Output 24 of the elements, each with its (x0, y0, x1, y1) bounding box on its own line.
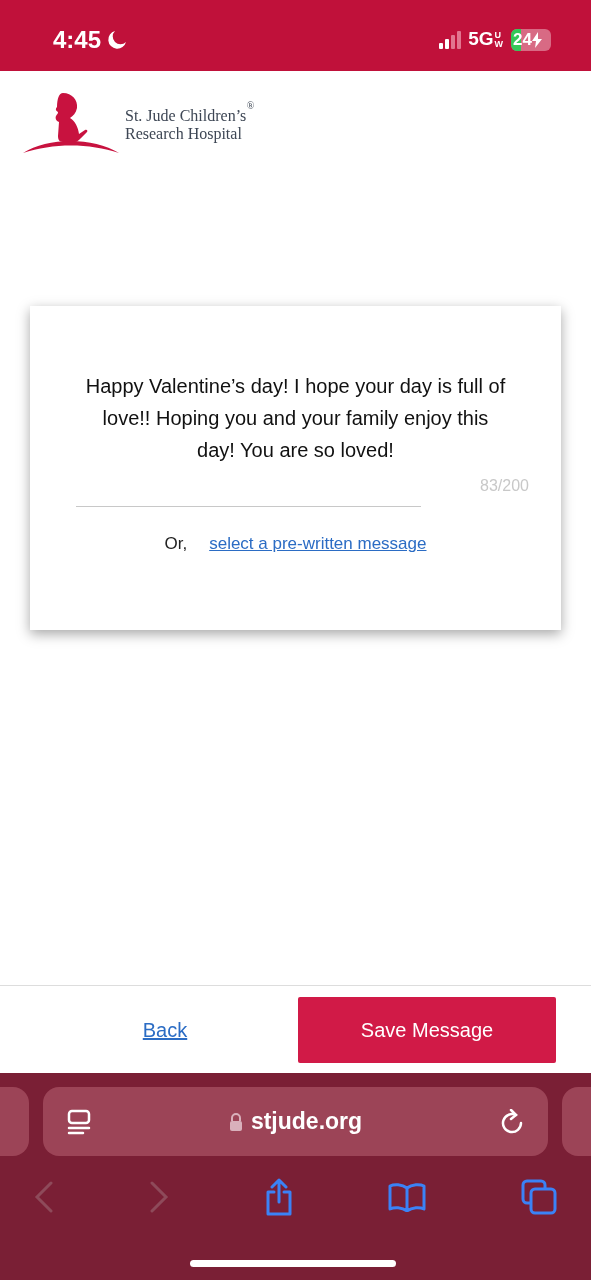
moon-icon (107, 29, 128, 50)
child-silhouette-icon (23, 91, 119, 155)
network-suffix: W (494, 39, 503, 49)
or-label: Or, (164, 533, 188, 555)
signal-icon (439, 30, 464, 49)
back-link[interactable]: Back (142, 1014, 188, 1045)
save-message-button[interactable]: Save Message (298, 996, 556, 1063)
registered-mark: ® (246, 99, 255, 113)
reload-icon[interactable] (500, 1108, 524, 1135)
tabs-icon[interactable] (521, 1179, 557, 1215)
bookmarks-icon[interactable] (388, 1182, 427, 1212)
network-suffix: U (494, 30, 502, 40)
lock-icon (228, 1111, 243, 1132)
message-field[interactable]: Happy Valentine’s day! I hope your day is full of love!! Hoping you and your family enjoy this day! You are so loved! (85, 370, 506, 466)
url-text: stjude.org (250, 1107, 363, 1137)
prewritten-message-link[interactable]: select a pre-written message (209, 531, 427, 557)
tab-pill[interactable] (562, 1087, 591, 1156)
logo-text: St. Jude Children’s (125, 107, 247, 125)
address-bar[interactable]: stjude.org (43, 1087, 548, 1156)
page-menu-icon[interactable] (67, 1108, 91, 1135)
network-label: 5G (468, 27, 494, 52)
logo-text: Research Hospital (125, 125, 243, 143)
tab-pill[interactable] (0, 1087, 29, 1156)
clock-time: 4:45 (53, 24, 102, 55)
